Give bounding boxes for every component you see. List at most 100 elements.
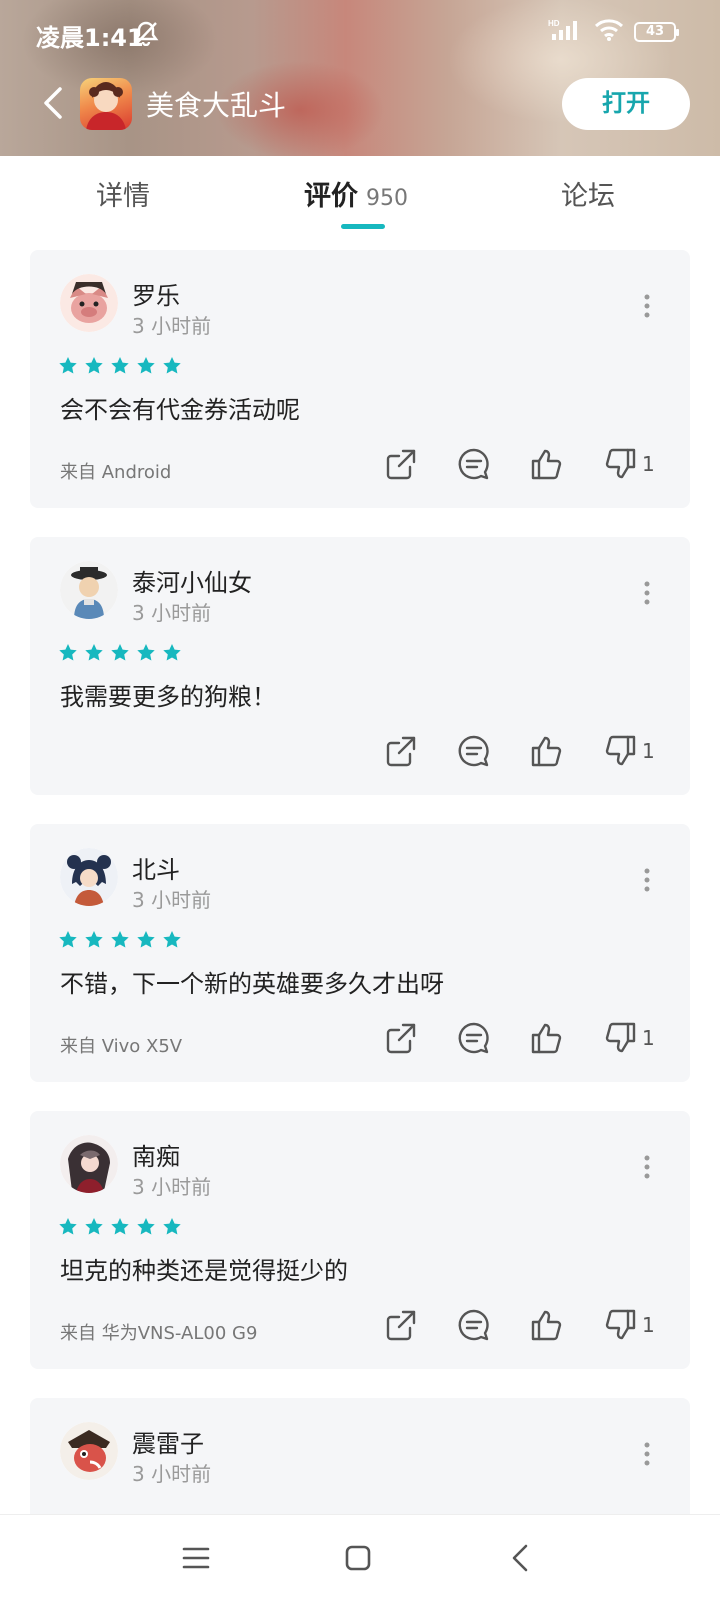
review-card: 南痴 3 小时前 坦克的种类还是觉得挺少的 来自 华为VNS-AL00 G9 1 xyxy=(30,1111,690,1369)
avatar[interactable] xyxy=(60,848,118,906)
thumbs-up-icon[interactable] xyxy=(529,1020,565,1056)
comment-icon[interactable] xyxy=(456,446,492,482)
more-vertical-icon[interactable] xyxy=(644,1442,650,1466)
rating-stars xyxy=(58,930,182,950)
star-icon xyxy=(162,643,182,663)
more-vertical-icon[interactable] xyxy=(644,294,650,318)
share-icon[interactable] xyxy=(383,1020,419,1056)
review-time: 3 小时前 xyxy=(132,1462,212,1486)
thumbs-up-icon[interactable] xyxy=(529,1307,565,1343)
comment-icon[interactable] xyxy=(456,733,492,769)
review-actions: 1 xyxy=(383,446,656,482)
star-icon xyxy=(136,643,156,663)
rating-stars xyxy=(58,1217,182,1237)
star-icon xyxy=(84,1217,104,1237)
username[interactable]: 泰河小仙女 xyxy=(132,563,252,598)
device-label: 来自 华为VNS-AL00 G9 xyxy=(60,1323,258,1344)
more-vertical-icon[interactable] xyxy=(644,868,650,892)
star-icon xyxy=(162,1217,182,1237)
star-icon xyxy=(58,356,78,376)
battery-icon: 43 xyxy=(634,22,679,42)
review-content[interactable]: 会不会有代金券活动呢 xyxy=(60,390,300,425)
more-vertical-icon[interactable] xyxy=(644,1155,650,1179)
thumbs-down-icon[interactable] xyxy=(602,446,638,482)
star-icon xyxy=(162,356,182,376)
star-icon xyxy=(84,643,104,663)
hd-label: HD xyxy=(548,19,560,28)
review-content[interactable]: 不错，下一个新的英雄要多久才出呀 xyxy=(60,964,444,999)
avatar[interactable] xyxy=(60,274,118,332)
review-time: 3 小时前 xyxy=(132,888,212,912)
status-bar: 凌晨1:41 HD 43 xyxy=(0,0,720,64)
system-nav-bar xyxy=(0,1514,720,1600)
app-header: 凌晨1:41 HD 43 美食大乱斗 打开 xyxy=(0,0,720,156)
more-vertical-icon[interactable] xyxy=(644,581,650,605)
app-title: 美食大乱斗 xyxy=(146,89,287,122)
nav-back-icon[interactable] xyxy=(504,1541,540,1575)
avatar[interactable] xyxy=(60,1135,118,1193)
star-icon xyxy=(58,930,78,950)
device-label: 来自 Vivo X5V xyxy=(60,1036,183,1057)
review-card: 罗乐 3 小时前 会不会有代金券活动呢 来自 Android 1 xyxy=(30,250,690,508)
star-icon xyxy=(136,930,156,950)
username[interactable]: 震雷子 xyxy=(132,1424,204,1459)
star-icon xyxy=(58,643,78,663)
tab-indicator xyxy=(341,224,385,229)
share-icon[interactable] xyxy=(383,1307,419,1343)
review-list[interactable]: 罗乐 3 小时前 会不会有代金券活动呢 来自 Android 1 泰河小仙女 3… xyxy=(0,236,720,1514)
comment-icon[interactable] xyxy=(456,1307,492,1343)
review-time: 3 小时前 xyxy=(132,314,212,338)
avatar[interactable] xyxy=(60,1422,118,1480)
review-card: 泰河小仙女 3 小时前 我需要更多的狗粮！ 1 xyxy=(30,537,690,795)
app-bar: 美食大乱斗 打开 xyxy=(0,70,720,136)
review-content[interactable]: 我需要更多的狗粮！ xyxy=(60,677,276,712)
comment-icon[interactable] xyxy=(456,1020,492,1056)
dislike-count: 1 xyxy=(642,1026,655,1050)
status-time: 凌晨1:41 xyxy=(36,24,144,52)
thumbs-down-icon[interactable] xyxy=(602,733,638,769)
thumbs-down-icon[interactable] xyxy=(602,1020,638,1056)
username[interactable]: 北斗 xyxy=(132,850,180,885)
review-card: 震雷子 3 小时前 xyxy=(30,1398,690,1514)
home-icon[interactable] xyxy=(340,1541,376,1575)
dislike-count: 1 xyxy=(642,452,655,476)
review-count: 950 xyxy=(366,186,408,211)
star-icon xyxy=(162,930,182,950)
avatar[interactable] xyxy=(60,561,118,619)
star-icon xyxy=(58,1217,78,1237)
review-content[interactable]: 坦克的种类还是觉得挺少的 xyxy=(60,1251,348,1286)
dislike-count: 1 xyxy=(642,739,655,763)
device-label: 来自 Android xyxy=(60,462,172,483)
thumbs-up-icon[interactable] xyxy=(529,733,565,769)
app-icon xyxy=(80,78,132,130)
back-icon[interactable] xyxy=(40,86,70,120)
star-icon xyxy=(110,356,130,376)
thumbs-down-icon[interactable] xyxy=(602,1307,638,1343)
signal-icon: HD xyxy=(548,18,584,46)
share-icon[interactable] xyxy=(383,733,419,769)
review-time: 3 小时前 xyxy=(132,1175,212,1199)
tab-forum[interactable]: 论坛 xyxy=(561,174,615,213)
username[interactable]: 南痴 xyxy=(132,1137,180,1172)
username[interactable]: 罗乐 xyxy=(132,276,180,311)
review-actions: 1 xyxy=(383,1020,656,1056)
star-icon xyxy=(110,643,130,663)
review-time: 3 小时前 xyxy=(132,601,212,625)
star-icon xyxy=(136,1217,156,1237)
star-icon xyxy=(110,930,130,950)
share-icon[interactable] xyxy=(383,446,419,482)
star-icon xyxy=(84,356,104,376)
open-app-button[interactable]: 打开 xyxy=(562,78,690,130)
tab-bar: 详情 评价 950 论坛 xyxy=(0,156,720,236)
star-icon xyxy=(136,356,156,376)
review-card: 北斗 3 小时前 不错，下一个新的英雄要多久才出呀 来自 Vivo X5V 1 xyxy=(30,824,690,1082)
tab-reviews[interactable]: 评价 950 xyxy=(304,174,408,213)
review-actions: 1 xyxy=(383,733,656,769)
thumbs-up-icon[interactable] xyxy=(529,446,565,482)
star-icon xyxy=(84,930,104,950)
tab-details[interactable]: 详情 xyxy=(96,174,150,213)
rating-stars xyxy=(58,643,182,663)
menu-icon[interactable] xyxy=(178,1541,214,1575)
review-actions: 1 xyxy=(383,1307,656,1343)
tab-reviews-label: 评价 xyxy=(304,181,358,212)
